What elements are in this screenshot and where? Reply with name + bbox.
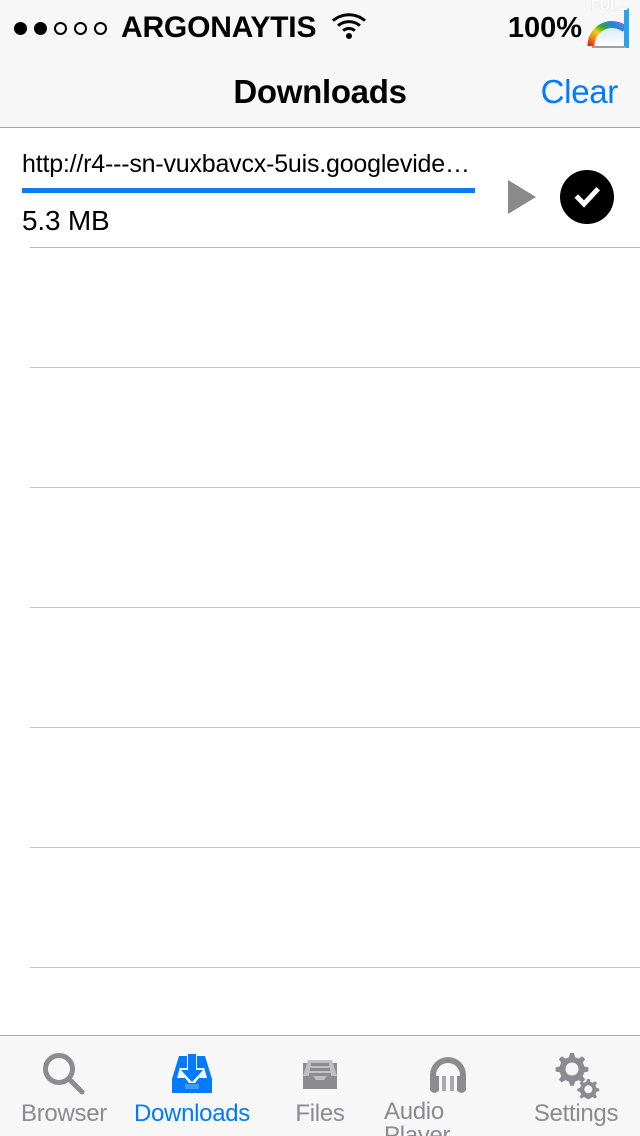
downloads-list[interactable]: http://r4---sn-vuxbavcx-5uis.googlevideo… (0, 128, 640, 1035)
app-root: ARGONAYTIS 100% FULL Downloads Clear htt… (0, 0, 640, 1136)
page-title: Downloads (233, 72, 407, 110)
signal-dot-3 (54, 21, 67, 35)
checkmark-icon[interactable] (560, 170, 614, 224)
tab-audio-player[interactable]: Audio Player (384, 1036, 512, 1136)
search-icon (39, 1048, 89, 1100)
battery-gauge-icon: FULL (586, 0, 632, 56)
signal-dot-1 (14, 21, 27, 35)
status-bar: ARGONAYTIS 100% FULL (0, 0, 640, 56)
play-icon[interactable] (508, 180, 536, 214)
navigation-bar: Downloads Clear (0, 56, 640, 128)
empty-list-row (0, 368, 640, 488)
download-item-info: http://r4---sn-vuxbavcx-5uis.googlevideo… (0, 128, 508, 237)
empty-list-row (0, 488, 640, 608)
tab-bar: Browser Downloads Files Audio Player Set… (0, 1035, 640, 1136)
carrier-name: ARGONAYTIS (121, 11, 317, 44)
empty-list-row (0, 968, 640, 1035)
tab-label-audio-player: Audio Player (384, 1098, 451, 1136)
headphones-icon (423, 1048, 473, 1098)
signal-dot-5 (94, 21, 107, 35)
clear-button[interactable]: Clear (541, 73, 619, 111)
download-progress-bar (22, 187, 475, 193)
gears-icon (551, 1048, 601, 1100)
status-bar-right: 100% FULL (508, 0, 632, 56)
wifi-icon (332, 12, 367, 44)
empty-list-row (0, 248, 640, 368)
empty-rows-container (0, 248, 640, 1035)
empty-list-row (0, 728, 640, 848)
tab-label-settings: Settings (533, 1100, 619, 1127)
download-progress-fill (22, 187, 475, 193)
empty-list-row (0, 608, 640, 728)
signal-dot-2 (34, 21, 47, 35)
tab-label-files: Files (295, 1100, 345, 1127)
empty-list-row (0, 848, 640, 968)
battery-gauge-label: FULL (590, 0, 628, 14)
download-inbox-icon (167, 1048, 217, 1100)
tab-browser[interactable]: Browser (0, 1036, 128, 1136)
file-tray-icon (295, 1048, 345, 1100)
download-list-item[interactable]: http://r4---sn-vuxbavcx-5uis.googlevideo… (0, 128, 640, 248)
download-size: 5.3 MB (22, 204, 110, 236)
download-item-controls (508, 128, 640, 224)
download-url: http://r4---sn-vuxbavcx-5uis.googlevideo… (22, 150, 475, 178)
signal-strength-dots (14, 21, 107, 35)
battery-percentage: 100% (507, 11, 582, 44)
signal-dot-4 (74, 21, 87, 35)
tab-downloads[interactable]: Downloads (128, 1036, 256, 1136)
tab-settings[interactable]: Settings (512, 1036, 640, 1136)
tab-label-browser: Browser (21, 1100, 107, 1127)
tab-files[interactable]: Files (256, 1036, 384, 1136)
tab-label-downloads: Downloads (133, 1100, 251, 1127)
status-bar-left: ARGONAYTIS (14, 11, 367, 44)
